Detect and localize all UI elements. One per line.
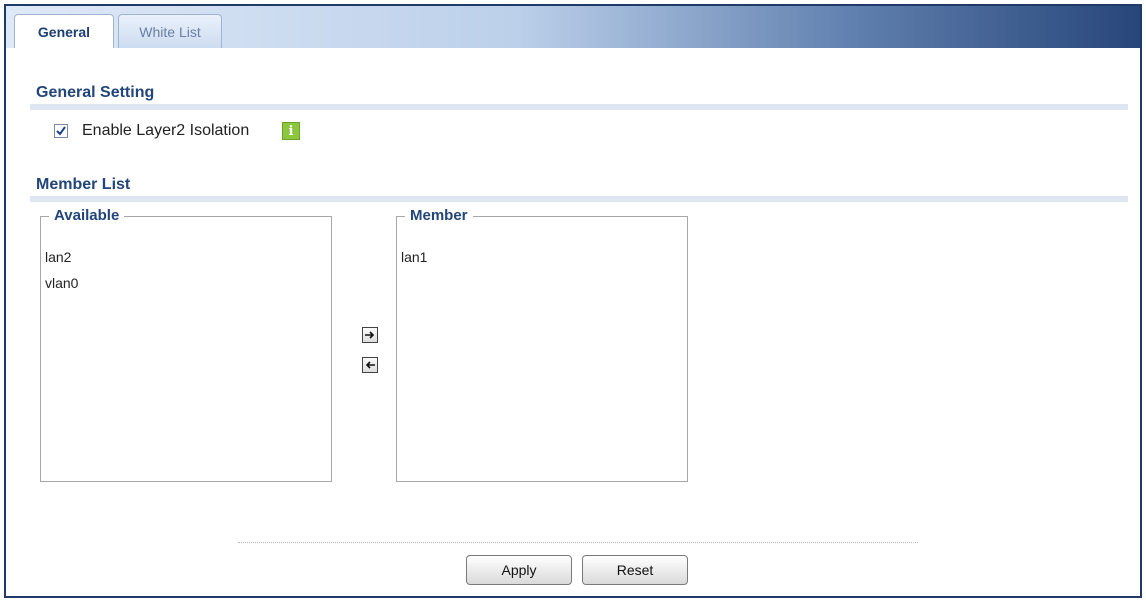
member-legend: Member	[405, 207, 473, 224]
section-divider	[30, 196, 1128, 202]
member-list-title: Member List	[36, 176, 131, 193]
general-setting-title: General Setting	[36, 84, 155, 101]
enable-layer2-isolation-checkbox[interactable]	[54, 124, 68, 138]
enable-layer2-isolation-label: Enable Layer2 Isolation	[82, 122, 250, 139]
button-divider	[238, 542, 918, 543]
available-listbox[interactable]: Available lan2 vlan0	[40, 207, 332, 482]
info-icon[interactable]: i	[282, 122, 300, 140]
reset-button[interactable]: Reset	[582, 555, 688, 585]
tab-general[interactable]: General	[14, 14, 114, 48]
window-frame: General White List General Setting Enabl…	[4, 4, 1142, 598]
tab-bar: General White List	[6, 6, 1140, 48]
member-listbox[interactable]: Member lan1	[396, 207, 688, 482]
apply-button[interactable]: Apply	[466, 555, 572, 585]
section-divider	[30, 104, 1128, 110]
move-left-button[interactable]	[362, 357, 378, 373]
list-item[interactable]: lan2	[45, 249, 71, 265]
tab-white-list[interactable]: White List	[118, 14, 222, 48]
available-legend: Available	[49, 207, 125, 224]
arrow-left-icon	[365, 361, 375, 369]
checkmark-icon	[56, 126, 66, 136]
list-item[interactable]: lan1	[401, 249, 427, 265]
arrow-right-icon	[365, 331, 375, 339]
list-item[interactable]: vlan0	[45, 275, 78, 291]
move-right-button[interactable]	[362, 327, 378, 343]
